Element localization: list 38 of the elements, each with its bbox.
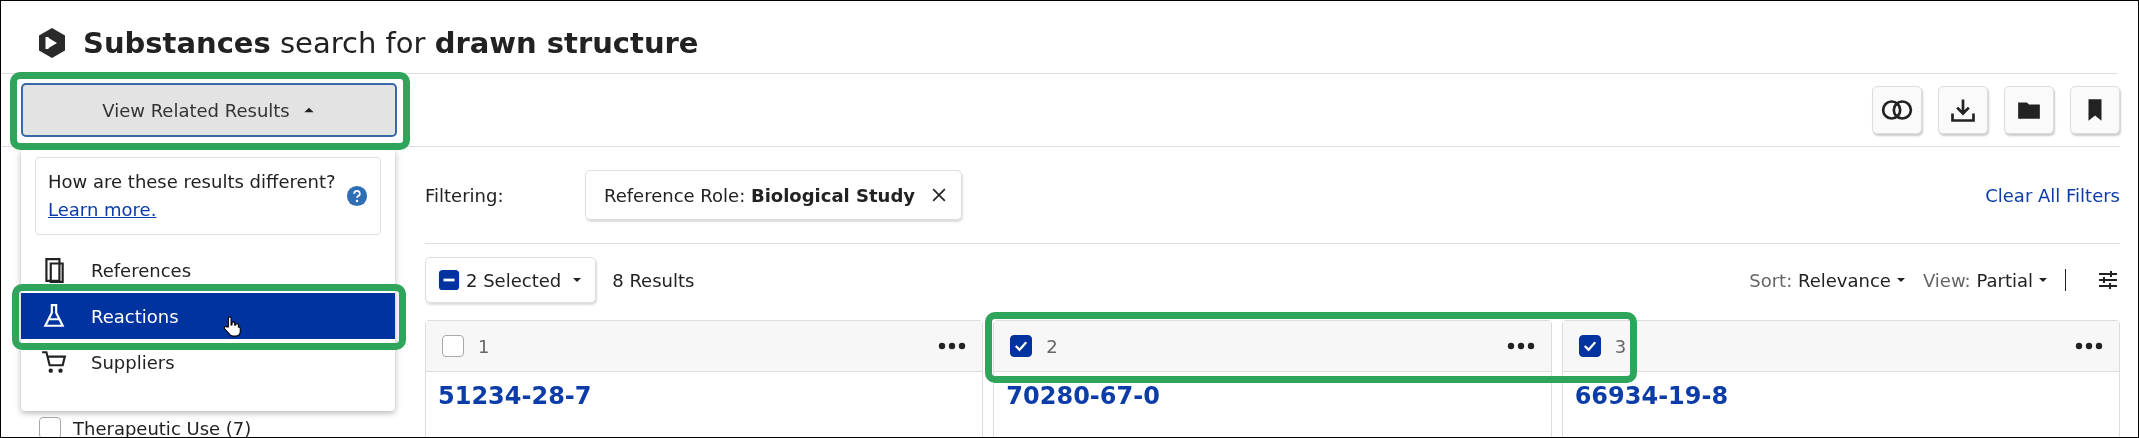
- info-text: How are these results different? Learn more.: [48, 170, 336, 222]
- cas-number-link[interactable]: 66934-19-8: [1574, 382, 1729, 410]
- learn-more-link[interactable]: Learn more.: [48, 199, 157, 220]
- clear-all-filters-link[interactable]: Clear All Filters: [1985, 184, 2120, 206]
- more-icon[interactable]: [2075, 342, 2103, 350]
- filtering-label: Filtering:: [425, 184, 505, 206]
- checkbox[interactable]: [39, 417, 61, 437]
- cas-number-link[interactable]: 51234-28-7: [438, 382, 592, 410]
- filter-chip[interactable]: Reference Role: Biological Study: [585, 170, 963, 220]
- result-number: 1: [478, 335, 490, 357]
- view-related-results-button[interactable]: View Related Results: [21, 83, 397, 137]
- download-icon[interactable]: [1938, 86, 1988, 134]
- hand-cursor-icon: [221, 313, 243, 339]
- partial-checkbox-icon: [438, 269, 460, 291]
- checkbox[interactable]: [1010, 335, 1033, 357]
- filter-settings-icon[interactable]: [2096, 268, 2120, 292]
- cas-number-link[interactable]: 70280-67-0: [1006, 382, 1160, 410]
- view-dropdown[interactable]: View: Partial: [1922, 269, 2049, 291]
- result-number: 3: [1614, 335, 1627, 357]
- menu-item[interactable]: Reactions: [21, 293, 395, 339]
- menu-item[interactable]: References: [21, 247, 395, 293]
- checkbox[interactable]: [442, 335, 464, 357]
- help-icon: [346, 185, 368, 207]
- result-number: 2: [1046, 335, 1058, 357]
- logo-icon: [37, 27, 67, 59]
- more-icon[interactable]: [1506, 342, 1535, 350]
- results-count: 8 Results: [612, 269, 695, 291]
- more-icon[interactable]: [938, 342, 967, 350]
- selection-dropdown[interactable]: 2 Selected: [425, 257, 597, 303]
- cart-icon: [41, 349, 67, 375]
- bookmark-icon[interactable]: [2070, 86, 2120, 134]
- sort-dropdown[interactable]: Sort: Relevance: [1749, 269, 1907, 291]
- folder-icon[interactable]: [2004, 86, 2054, 134]
- menu-item[interactable]: Suppliers: [21, 339, 395, 385]
- checkbox[interactable]: [1578, 335, 1601, 357]
- page-title: Substances search for drawn structure: [83, 26, 699, 60]
- flask-icon: [41, 303, 67, 329]
- combine-icon[interactable]: [1872, 86, 1922, 134]
